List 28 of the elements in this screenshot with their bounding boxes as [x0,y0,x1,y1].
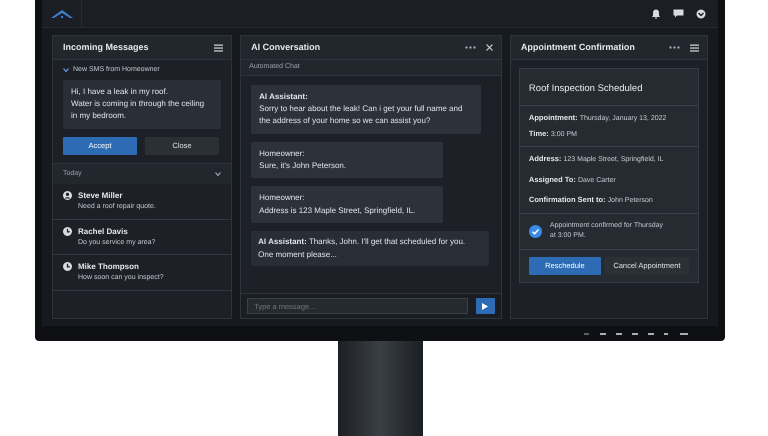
chat-message: Homeowner: Sure, it's John Peterson. [251,142,444,178]
message-bubble: Hi, I have a leak in my roof. Water is coming in through the ceiling in my bedroom. [63,80,222,129]
clock-icon [63,262,72,272]
menu-icon[interactable] [690,44,699,52]
more-icon[interactable] [669,46,680,49]
contact-name[interactable]: Mike Thompson [78,261,164,274]
chat-message: AI Assistant: Thanks, John. I'll get that scheduled for you. One moment please... [251,231,490,266]
contact-name[interactable]: Rachel Davis [78,226,156,238]
menu-icon[interactable] [214,44,224,52]
panel-title: Appointment Confirmation [520,40,636,54]
person-icon [63,191,72,200]
account-icon[interactable] [696,8,706,18]
clock-icon [63,226,72,236]
chat-icon[interactable] [673,9,684,18]
send-button[interactable] [476,298,495,314]
close-icon[interactable] [486,44,493,51]
chevron-icon[interactable] [215,172,222,176]
play-icon [482,302,488,310]
panel-title: Incoming Messages [63,40,150,54]
panel-title: AI Conversation [251,40,322,54]
more-icon[interactable] [464,46,476,49]
card-title: Roof Inspection Scheduled [528,83,642,94]
bell-icon[interactable] [651,8,661,18]
chat-message: AI Assistant: Sorry to hear about the leak! Can i get your full name and the address of your home so we can assist you? [251,84,482,134]
caret-icon[interactable] [63,68,69,72]
roof-logo-icon [50,8,74,20]
chat-message: Homeowner: Address is 123 Maple Street, Springfield, IL. [251,186,444,224]
contact-name[interactable]: Steve Miller [78,190,156,202]
